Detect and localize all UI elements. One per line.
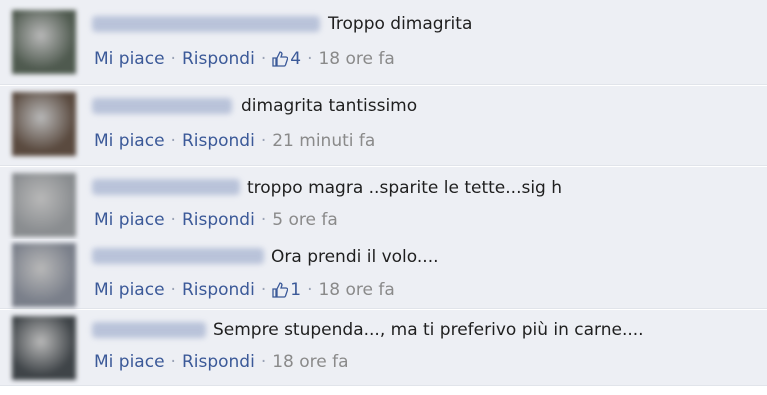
like-link[interactable]: Mi piace bbox=[94, 280, 165, 300]
timestamp[interactable]: 5 ore fa bbox=[272, 210, 338, 230]
like-count[interactable]: 4 bbox=[272, 49, 301, 69]
separator-dot: · bbox=[260, 352, 267, 372]
comment-text: dimagrita tantissimo bbox=[241, 96, 418, 116]
author-name[interactable] bbox=[92, 98, 232, 114]
author-name[interactable] bbox=[92, 179, 240, 195]
separator-dot: · bbox=[170, 210, 176, 230]
author-name[interactable] bbox=[92, 248, 264, 264]
comment-text: Ora prendi il volo.... bbox=[271, 247, 439, 267]
avatar[interactable] bbox=[12, 92, 76, 156]
thumbs-up-icon bbox=[272, 51, 289, 67]
reply-link[interactable]: Rispondi bbox=[182, 352, 255, 372]
separator-dot: · bbox=[260, 131, 267, 151]
separator-dot: · bbox=[307, 49, 313, 69]
comment-item: Sempre stupenda..., ma ti preferivo più … bbox=[0, 310, 767, 386]
separator-dot: · bbox=[170, 280, 176, 300]
avatar[interactable] bbox=[12, 243, 76, 307]
reply-link[interactable]: Rispondi bbox=[182, 49, 255, 69]
like-link[interactable]: Mi piace bbox=[94, 49, 165, 69]
comment-item: Ora prendi il volo.... Mi piace · Rispon… bbox=[0, 239, 767, 309]
comment-text: troppo magra ..sparite le tette...sig h bbox=[247, 178, 563, 198]
separator-dot: · bbox=[307, 280, 313, 300]
comment-text: Troppo dimagrita bbox=[328, 14, 473, 34]
avatar[interactable] bbox=[12, 173, 76, 237]
separator-dot: · bbox=[260, 280, 267, 300]
avatar[interactable] bbox=[12, 10, 76, 74]
comment-item: troppo magra ..sparite le tette...sig h … bbox=[0, 167, 767, 239]
separator-dot: · bbox=[170, 49, 176, 69]
reply-link[interactable]: Rispondi bbox=[182, 280, 255, 300]
avatar[interactable] bbox=[12, 316, 76, 380]
timestamp[interactable]: 18 ore fa bbox=[318, 49, 394, 69]
separator-dot: · bbox=[170, 131, 176, 151]
comment-actions: Mi piace · Rispondi · 5 ore fa bbox=[94, 210, 338, 230]
comment-actions: Mi piace · Rispondi · 18 ore fa bbox=[94, 352, 349, 372]
separator-dot: · bbox=[260, 49, 267, 69]
separator-dot: · bbox=[170, 352, 176, 372]
comment-actions: Mi piace · Rispondi · 21 minuti fa bbox=[94, 131, 375, 151]
thumbs-up-icon bbox=[272, 282, 289, 298]
author-name[interactable] bbox=[92, 322, 206, 338]
like-count[interactable]: 1 bbox=[272, 280, 301, 300]
like-count-value: 1 bbox=[290, 280, 302, 300]
like-link[interactable]: Mi piace bbox=[94, 210, 165, 230]
comment-actions: Mi piace · Rispondi · 4 · 18 ore fa bbox=[94, 49, 395, 69]
comment-text: Sempre stupenda..., ma ti preferivo più … bbox=[213, 320, 644, 340]
author-name[interactable] bbox=[92, 16, 320, 32]
like-link[interactable]: Mi piace bbox=[94, 131, 165, 151]
separator-dot: · bbox=[260, 210, 267, 230]
timestamp[interactable]: 18 ore fa bbox=[272, 352, 348, 372]
like-count-value: 4 bbox=[290, 49, 302, 69]
comment-list: Troppo dimagrita Mi piace · Rispondi · 4… bbox=[0, 0, 767, 395]
comment-actions: Mi piace · Rispondi · 1 · 18 ore fa bbox=[94, 280, 395, 300]
timestamp[interactable]: 21 minuti fa bbox=[272, 131, 375, 151]
reply-link[interactable]: Rispondi bbox=[182, 131, 255, 151]
comment-item: dimagrita tantissimo Mi piace · Rispondi… bbox=[0, 86, 767, 166]
comment-item: Troppo dimagrita Mi piace · Rispondi · 4… bbox=[0, 0, 767, 85]
reply-link[interactable]: Rispondi bbox=[182, 210, 255, 230]
like-link[interactable]: Mi piace bbox=[94, 352, 165, 372]
timestamp[interactable]: 18 ore fa bbox=[318, 280, 394, 300]
